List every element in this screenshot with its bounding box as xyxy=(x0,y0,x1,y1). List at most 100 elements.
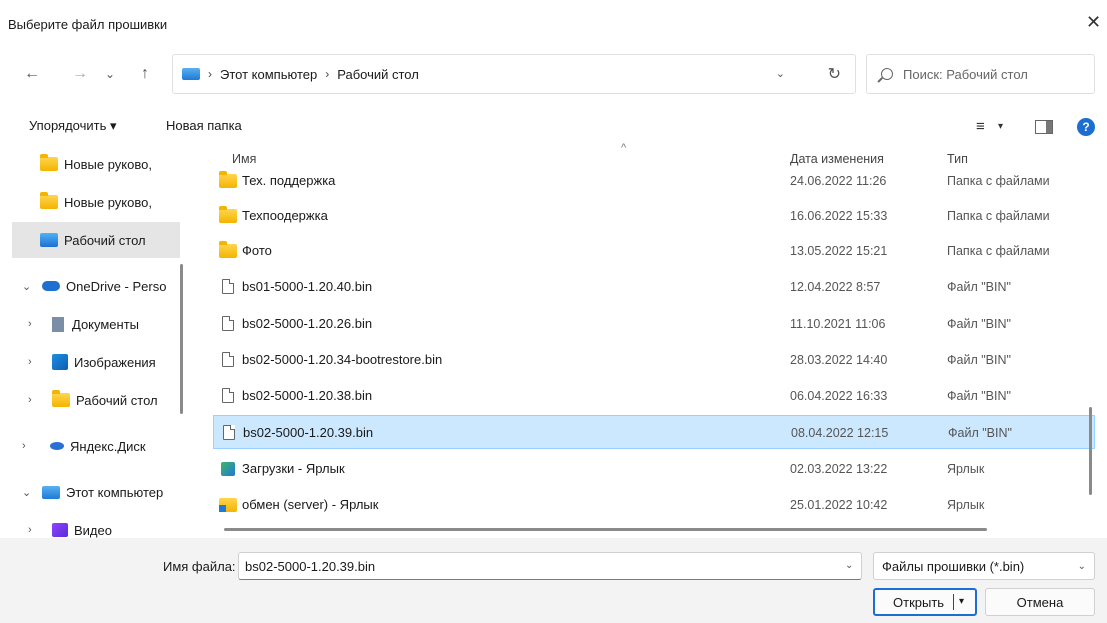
computer-icon xyxy=(42,485,60,499)
dialog-titlebar: Выберите файл прошивки ✕ xyxy=(0,0,1107,40)
chevron-right-icon[interactable]: › xyxy=(208,67,212,81)
refresh-icon[interactable]: ↻ xyxy=(828,64,841,84)
address-bar[interactable]: › Этот компьютер › Рабочий стол ⌄ ↻ xyxy=(172,54,856,94)
chevron-right-icon[interactable]: › xyxy=(28,356,42,368)
close-icon[interactable]: ✕ xyxy=(1086,12,1101,33)
shortcut-icon xyxy=(221,462,235,476)
chevron-right-icon[interactable]: › xyxy=(28,524,42,536)
file-row[interactable]: bs02-5000-1.20.26.bin 11.10.2021 11:06 Ф… xyxy=(213,307,1095,341)
file-date: 02.03.2022 13:22 xyxy=(790,462,888,476)
sidebar-scrollbar[interactable] xyxy=(180,264,183,414)
sidebar-item-folder-2[interactable]: Новые руково, xyxy=(12,184,180,220)
breadcrumb-desktop[interactable]: Рабочий стол xyxy=(337,67,419,82)
file-row[interactable]: bs01-5000-1.20.40.bin 12.04.2022 8:57 Фа… xyxy=(213,270,1095,304)
sidebar-item-pictures[interactable]: › Изображения xyxy=(28,344,196,380)
search-box[interactable]: Поиск: Рабочий стол xyxy=(866,54,1095,94)
chevron-down-icon[interactable]: ⌄ xyxy=(1078,561,1086,572)
shortcut-folder-icon xyxy=(219,498,237,512)
sidebar-item-onedrive[interactable]: ⌄ OneDrive - Perso xyxy=(22,268,190,304)
chevron-down-icon[interactable]: ▾ xyxy=(998,121,1003,132)
sidebar-item-label: Документы xyxy=(72,316,140,332)
sort-ascending-icon[interactable]: ^ xyxy=(621,142,626,154)
search-icon xyxy=(881,68,893,80)
command-toolbar: Упорядочить ▾ Новая папка ≡ ▾ ? xyxy=(0,110,1107,142)
up-arrow-icon[interactable]: ↑ xyxy=(132,54,158,94)
file-name: bs02-5000-1.20.26.bin xyxy=(242,316,373,331)
file-icon xyxy=(222,316,234,331)
file-row[interactable]: Фото 13.05.2022 15:21 Папка с файлами xyxy=(213,234,1095,268)
cancel-button[interactable]: Отмена xyxy=(985,588,1095,616)
computer-icon xyxy=(182,68,200,80)
file-list: ^ Имя Дата изменения Тип Тех. поддержка … xyxy=(200,142,1095,538)
file-row[interactable]: bs02-5000-1.20.38.bin 06.04.2022 16:33 Ф… xyxy=(213,379,1095,413)
forward-arrow-icon[interactable]: → xyxy=(66,54,94,94)
organize-button[interactable]: Упорядочить ▾ xyxy=(29,118,117,134)
file-row[interactable]: Техпоодержка 16.06.2022 15:33 Папка с фа… xyxy=(213,199,1095,233)
file-name: bs01-5000-1.20.40.bin xyxy=(242,279,373,294)
horizontal-scrollbar[interactable] xyxy=(224,528,987,531)
sidebar-item-documents[interactable]: › Документы xyxy=(28,306,196,342)
file-name: bs02-5000-1.20.39.bin xyxy=(243,425,374,440)
open-button-label: Открыть xyxy=(893,594,945,610)
file-icon xyxy=(222,388,234,403)
video-icon xyxy=(52,523,68,537)
sidebar-item-video[interactable]: › Видео xyxy=(28,512,196,538)
file-type: Папка с файлами xyxy=(947,174,1050,188)
chevron-down-icon[interactable]: ⌄ xyxy=(22,280,36,293)
file-row[interactable]: Тех. поддержка 24.06.2022 11:26 Папка с … xyxy=(213,164,1095,198)
view-list-icon[interactable]: ≡ xyxy=(976,118,985,135)
file-date: 16.06.2022 15:33 xyxy=(790,209,888,223)
file-type: Файл "BIN" xyxy=(948,426,1012,440)
file-date: 24.06.2022 11:26 xyxy=(790,174,887,188)
sidebar-item-folder-1[interactable]: Новые руково, xyxy=(12,146,180,182)
open-button[interactable]: Открыть ▾ xyxy=(873,588,977,616)
preview-pane-icon[interactable] xyxy=(1035,120,1053,134)
dialog-footer: Имя файла: ⌄ Файлы прошивки (*.bin) ⌄ От… xyxy=(0,538,1107,623)
search-placeholder[interactable]: Поиск: Рабочий стол xyxy=(903,67,1028,82)
file-row[interactable]: bs02-5000-1.20.34-bootrestore.bin 28.03.… xyxy=(213,343,1095,377)
breadcrumb-this-pc[interactable]: Этот компьютер xyxy=(220,67,317,82)
back-arrow-icon[interactable]: ← xyxy=(18,54,46,94)
sidebar-item-this-pc[interactable]: ⌄ Этот компьютер xyxy=(22,474,190,510)
navigation-pane: Новые руково, Новые руково, Рабочий стол… xyxy=(0,142,200,538)
file-row-selected[interactable]: bs02-5000-1.20.39.bin 08.04.2022 12:15 Ф… xyxy=(213,415,1095,449)
sidebar-item-desktop-selected[interactable]: Рабочий стол xyxy=(12,222,180,258)
chevron-right-icon[interactable]: › xyxy=(28,318,42,330)
file-name: Техпоодержка xyxy=(242,208,328,223)
sidebar-item-desktop[interactable]: › Рабочий стол xyxy=(28,382,196,418)
file-type: Ярлык xyxy=(947,498,985,512)
file-row[interactable]: Загрузки - Ярлык 02.03.2022 13:22 Ярлык xyxy=(213,452,1095,486)
file-name: Тех. поддержка xyxy=(242,173,336,188)
file-date: 25.01.2022 10:42 xyxy=(790,498,888,512)
cloud-icon xyxy=(42,281,60,291)
split-divider xyxy=(953,594,954,610)
chevron-right-icon[interactable]: › xyxy=(22,440,36,452)
file-date: 11.10.2021 11:06 xyxy=(790,317,886,331)
filename-label: Имя файла: xyxy=(163,559,236,574)
vertical-scrollbar[interactable] xyxy=(1089,407,1092,495)
recent-locations-icon[interactable]: ⌄ xyxy=(100,54,120,94)
file-name: Загрузки - Ярлык xyxy=(242,461,345,476)
chevron-down-icon[interactable]: ⌄ xyxy=(845,560,853,571)
yandex-disk-icon xyxy=(50,442,64,450)
file-row[interactable]: обмен (server) - Ярлык 25.01.2022 10:42 … xyxy=(213,488,1095,522)
file-icon xyxy=(222,279,234,294)
chevron-down-icon[interactable]: ▾ xyxy=(959,596,964,607)
new-folder-button[interactable]: Новая папка xyxy=(166,118,242,133)
sidebar-item-yandex-disk[interactable]: › Яндекс.Диск xyxy=(22,428,190,464)
sidebar-item-label: OneDrive - Perso xyxy=(66,278,167,294)
file-date: 12.04.2022 8:57 xyxy=(790,280,881,294)
file-type-filter[interactable]: Файлы прошивки (*.bin) ⌄ xyxy=(873,552,1095,580)
file-type: Файл "BIN" xyxy=(947,389,1011,403)
folder-icon xyxy=(40,154,58,171)
chevron-down-icon[interactable]: ⌄ xyxy=(22,486,36,499)
filter-value: Файлы прошивки (*.bin) xyxy=(882,559,1025,574)
navigation-bar: ← → ⌄ ↑ › Этот компьютер › Рабочий стол … xyxy=(0,54,1107,94)
chevron-down-icon[interactable]: ⌄ xyxy=(776,67,785,80)
file-date: 06.04.2022 16:33 xyxy=(790,389,888,403)
file-date: 13.05.2022 15:21 xyxy=(790,244,888,258)
filename-input[interactable] xyxy=(238,552,862,580)
help-icon[interactable]: ? xyxy=(1077,118,1095,136)
chevron-right-icon[interactable]: › xyxy=(325,67,329,81)
chevron-right-icon[interactable]: › xyxy=(28,394,42,406)
